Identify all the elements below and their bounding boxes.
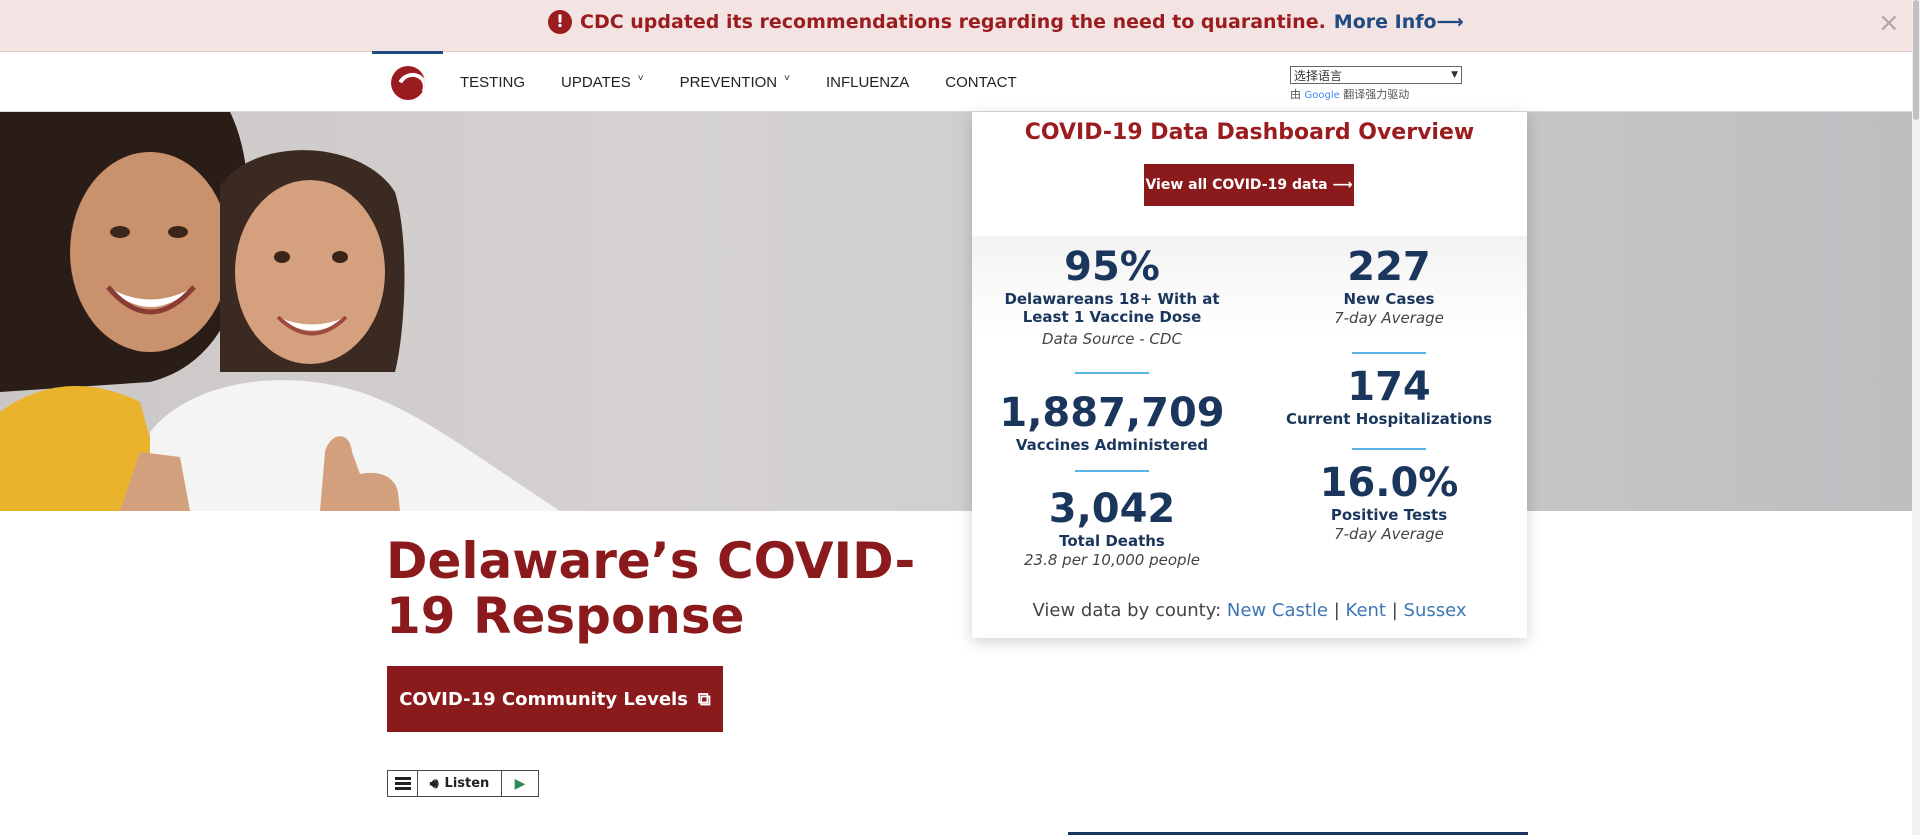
dashboard-title: COVID-19 Data Dashboard Overview (1024, 120, 1475, 145)
covid-dashboard-card: COVID-19 Data Dashboard Overview View al… (972, 112, 1527, 638)
county-link-kent[interactable]: Kent (1346, 600, 1386, 621)
stat-divider (1075, 372, 1149, 374)
main-navigation: TESTING UPDATES ˅ PREVENTION ˅ INFLUENZA… (0, 51, 1920, 112)
county-separator: | (1391, 600, 1398, 621)
stat-subtext: 7-day Average (1334, 525, 1444, 543)
external-link-icon: ⧉ (697, 688, 711, 710)
stat-label: Total Deaths (1059, 532, 1165, 550)
nav-item-label: TESTING (460, 73, 526, 91)
nav-item-label: INFLUENZA (825, 73, 910, 91)
stat-label: Vaccines Administered (1015, 436, 1209, 454)
stat-vaccine-percent: 95% Delawareans 18+ With at Least 1 Vacc… (992, 244, 1232, 349)
stat-positive-tests: 16.0% Positive Tests 7-day Average (1269, 460, 1509, 544)
stat-label: Positive Tests (1330, 506, 1448, 524)
stat-value: 95% (1064, 244, 1160, 290)
stat-divider (1075, 470, 1149, 472)
chevron-down-icon: ˅ (784, 72, 790, 84)
nav-item-prevention[interactable]: PREVENTION ˅ (679, 72, 790, 91)
nav-item-label: UPDATES (561, 73, 631, 91)
stat-vaccines-administered: 1,887,709 Vaccines Administered (992, 390, 1232, 454)
community-levels-label: COVID-19 Community Levels (399, 688, 688, 710)
delaware-logo-icon (390, 65, 425, 100)
chevron-down-icon: ▼ (1451, 70, 1458, 80)
stat-new-cases: 227 New Cases 7-day Average (1269, 244, 1509, 328)
stat-label: Current Hospitalizations (1285, 410, 1493, 428)
stat-divider (1352, 448, 1426, 450)
translate-powered-by: 由 Google 翻译强力驱动 (1290, 86, 1462, 102)
scrollbar-thumb[interactable] (1913, 0, 1919, 120)
language-select[interactable]: 选择语言 ▼ (1290, 66, 1462, 84)
home-logo-link[interactable] (372, 51, 443, 111)
nav-item-label: CONTACT (945, 73, 1017, 91)
more-info-link[interactable]: More Info⟶ (1334, 11, 1464, 33)
county-links: View data by county: New Castle | Kent |… (972, 600, 1527, 621)
alert-banner: ! CDC updated its recommendations regard… (0, 0, 1920, 52)
listen-label: Listen (444, 776, 490, 791)
stat-label: Delawareans 18+ With at Least 1 Vaccine … (1004, 290, 1220, 326)
nav-item-influenza[interactable]: INFLUENZA (826, 74, 909, 91)
powered-prefix: 由 (1290, 88, 1301, 101)
language-select-value: 选择语言 (1294, 68, 1343, 83)
hero-banner (0, 112, 1912, 511)
google-wordmark[interactable]: Google (1305, 90, 1340, 101)
stat-subtext: 23.8 per 10,000 people (1024, 551, 1200, 569)
page-title: Delaware’s COVID-19 Response (386, 532, 916, 645)
view-all-data-button[interactable]: View all COVID-19 data ⟶ (1144, 164, 1354, 206)
alert-message: CDC updated its recommendations regardin… (580, 11, 1326, 33)
close-icon[interactable]: × (1878, 10, 1900, 36)
google-translate-widget: 选择语言 ▼ 由 Google 翻译强力驱动 (1290, 66, 1462, 102)
community-levels-button[interactable]: COVID-19 Community Levels ⧉ (387, 666, 723, 732)
stat-subtext: Data Source - CDC (1042, 330, 1182, 348)
exclamation-icon: ! (548, 10, 572, 34)
nav-item-testing[interactable]: TESTING (460, 74, 525, 91)
stat-hospitalizations: 174 Current Hospitalizations (1269, 364, 1509, 428)
stat-value: 1,887,709 (999, 390, 1225, 436)
stat-subtext: 7-day Average (1334, 309, 1444, 327)
listen-menu-button[interactable] (388, 771, 418, 796)
stat-value: 16.0% (1319, 460, 1459, 506)
alert-content: ! CDC updated its recommendations regard… (548, 10, 1464, 34)
speaker-icon: 🔊︎ (429, 775, 439, 792)
stat-value: 3,042 (1048, 486, 1176, 532)
chevron-down-icon: ˅ (637, 72, 644, 84)
county-link-new-castle[interactable]: New Castle (1227, 600, 1328, 621)
play-icon[interactable]: ▶ (502, 771, 538, 796)
county-separator: | (1333, 600, 1340, 621)
stat-label: New Cases (1343, 290, 1435, 308)
page-scrollbar[interactable] (1912, 0, 1920, 835)
stat-value: 227 (1347, 244, 1431, 290)
read-aloud-widget: 🔊︎ Listen ▶ (387, 770, 539, 797)
powered-suffix: 翻译强力驱动 (1343, 88, 1410, 101)
stat-value: 174 (1347, 364, 1431, 410)
listen-button[interactable]: 🔊︎ Listen (418, 771, 502, 796)
hero-photo-mother-daughter (0, 112, 560, 511)
dashboard-stats: 95% Delawareans 18+ With at Least 1 Vacc… (972, 236, 1527, 638)
nav-item-contact[interactable]: CONTACT (945, 74, 1016, 91)
nav-item-label: PREVENTION (679, 73, 778, 91)
county-prefix: View data by county: (1032, 600, 1222, 621)
nav-item-updates[interactable]: UPDATES ˅ (561, 72, 644, 91)
stat-total-deaths: 3,042 Total Deaths 23.8 per 10,000 peopl… (992, 486, 1232, 570)
stat-divider (1352, 352, 1426, 354)
nav-menu: TESTING UPDATES ˅ PREVENTION ˅ INFLUENZA… (460, 52, 1053, 112)
county-link-sussex[interactable]: Sussex (1404, 600, 1467, 621)
